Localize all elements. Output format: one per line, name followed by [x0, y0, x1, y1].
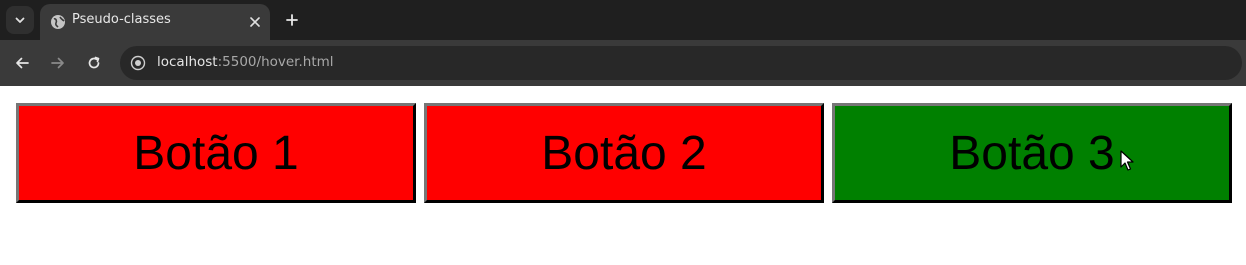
- url-host: localhost: [157, 54, 218, 70]
- globe-icon: [51, 15, 65, 29]
- reload-icon: [88, 56, 100, 69]
- site-info-icon[interactable]: [130, 55, 146, 71]
- button-1[interactable]: Botão 1: [16, 103, 416, 203]
- tab-search-button[interactable]: [6, 6, 34, 34]
- forward-arrow-icon: [51, 57, 64, 69]
- button-3[interactable]: Botão 3: [832, 103, 1232, 203]
- tab-strip: Pseudo-classes: [0, 0, 1246, 40]
- page-content: Botão 1 Botão 2 Botão 3: [0, 86, 1246, 265]
- back-button[interactable]: [11, 52, 33, 74]
- url-path: :5500/hover.html: [217, 54, 334, 70]
- address-bar[interactable]: localhost:5500/hover.html: [120, 46, 1242, 80]
- plus-icon: [286, 14, 298, 26]
- tab-close-button[interactable]: [246, 13, 264, 31]
- forward-button[interactable]: [47, 52, 69, 74]
- url-text[interactable]: localhost:5500/hover.html: [157, 54, 334, 70]
- browser-toolbar: localhost:5500/hover.html: [0, 40, 1246, 86]
- tab-title: Pseudo-classes: [72, 12, 171, 27]
- chevron-down-icon: [15, 17, 25, 23]
- reload-button[interactable]: [83, 52, 105, 74]
- button-2[interactable]: Botão 2: [424, 103, 824, 203]
- new-tab-button[interactable]: [282, 10, 302, 30]
- back-arrow-icon: [16, 57, 29, 69]
- close-icon: [250, 17, 260, 27]
- browser-tab[interactable]: Pseudo-classes: [40, 4, 270, 40]
- mouse-cursor-icon: [1120, 150, 1134, 171]
